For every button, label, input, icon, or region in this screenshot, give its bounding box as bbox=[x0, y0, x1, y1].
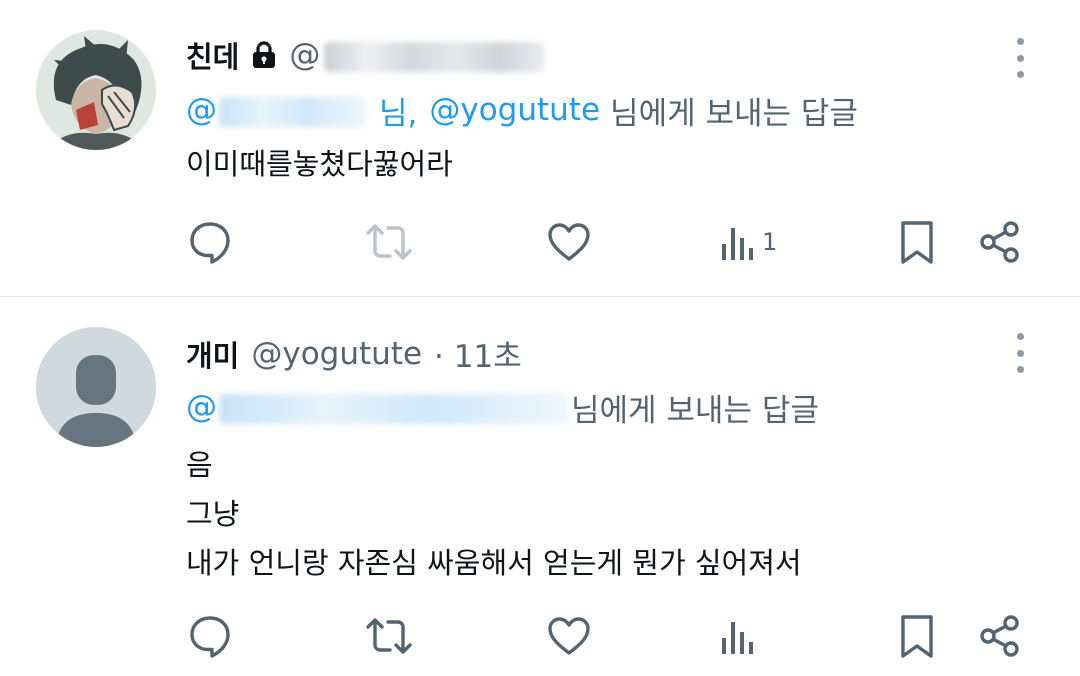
tweet-line: 그냥 bbox=[186, 497, 240, 531]
views-count: 1 bbox=[762, 228, 778, 256]
display-name[interactable]: 개미 bbox=[186, 333, 239, 375]
reply-icon bbox=[190, 616, 230, 658]
reply-middle: 님, bbox=[379, 95, 418, 132]
display-name[interactable]: 친데 bbox=[186, 34, 239, 76]
tweet-header: 개미 @yogutute · 11초 bbox=[186, 331, 522, 376]
bookmark-icon bbox=[901, 615, 933, 658]
action-bar bbox=[0, 608, 1080, 664]
dot bbox=[1016, 349, 1024, 357]
avatar-illustration bbox=[36, 30, 156, 150]
like-icon bbox=[548, 223, 590, 261]
avatar[interactable] bbox=[36, 30, 156, 150]
more-options-button[interactable] bbox=[1008, 333, 1032, 373]
reply-suffix: 님에게 보내는 답글 bbox=[571, 392, 819, 429]
reply-button[interactable] bbox=[186, 608, 234, 664]
reply-mention-redacted[interactable]: @ bbox=[186, 389, 569, 425]
more-options-button[interactable] bbox=[1008, 38, 1032, 78]
share-icon bbox=[980, 615, 1019, 657]
tweet-1[interactable]: 친데 @ @ 님, @yogutute 님에게 보내는 답글 이미때를놓쳤다꿇어… bbox=[0, 0, 1080, 296]
replying-to: @ 님에게 보내는 답글 bbox=[186, 385, 819, 429]
bookmark-button[interactable] bbox=[893, 214, 941, 270]
dot bbox=[1016, 333, 1024, 340]
reply-mention-redacted[interactable]: @ bbox=[186, 92, 367, 128]
share-button[interactable] bbox=[976, 214, 1024, 270]
tweet-line: 음 bbox=[186, 448, 213, 482]
like-icon bbox=[548, 617, 590, 655]
bookmark-button[interactable] bbox=[893, 608, 941, 664]
reply-icon bbox=[190, 222, 230, 264]
like-button[interactable] bbox=[545, 608, 593, 664]
bookmark-icon bbox=[901, 221, 933, 264]
action-bar: 1 bbox=[0, 214, 1080, 270]
views-button[interactable]: 1 bbox=[718, 214, 777, 270]
reply-button[interactable] bbox=[186, 214, 234, 270]
share-button[interactable] bbox=[976, 608, 1024, 664]
mention-at: @ bbox=[186, 389, 217, 425]
dot bbox=[1016, 366, 1024, 373]
lock-icon bbox=[253, 41, 276, 68]
dot bbox=[1016, 54, 1024, 62]
tweet-text: 이미때를놓쳤다꿇어라 bbox=[186, 140, 453, 189]
views-button[interactable] bbox=[718, 608, 762, 664]
handle-prefix: @ bbox=[289, 37, 321, 73]
tweet-line: 이미때를놓쳤다꿇어라 bbox=[186, 147, 453, 181]
share-icon bbox=[980, 221, 1019, 263]
avatar[interactable] bbox=[36, 327, 156, 447]
redacted-mention bbox=[219, 393, 569, 424]
dot bbox=[1016, 38, 1024, 45]
tweet-2[interactable]: 개미 @yogutute · 11초 @ 님에게 보내는 답글 음 그냥 내가 … bbox=[0, 297, 1080, 676]
reply-suffix: 님에게 보내는 답글 bbox=[610, 95, 858, 132]
tweet-header: 친데 @ bbox=[186, 34, 545, 76]
replying-to: @ 님, @yogutute 님에게 보내는 답글 bbox=[186, 88, 858, 132]
mention-at: @ bbox=[186, 92, 217, 128]
retweet-icon bbox=[366, 224, 412, 260]
retweet-button[interactable] bbox=[364, 608, 414, 664]
default-avatar-icon bbox=[36, 327, 156, 447]
tweet-line: 내가 언니랑 자존심 싸움해서 얻는게 뭔가 싶어져서 bbox=[186, 546, 802, 580]
handle[interactable]: @ bbox=[289, 37, 545, 73]
tweet-text: 음 그냥 내가 언니랑 자존심 싸움해서 얻는게 뭔가 싶어져서 bbox=[186, 441, 802, 588]
redacted-handle bbox=[324, 41, 545, 72]
retweet-button[interactable] bbox=[364, 214, 414, 270]
redacted-mention bbox=[219, 96, 367, 127]
handle[interactable]: @yogutute bbox=[251, 336, 422, 372]
views-icon bbox=[722, 622, 753, 654]
views-icon bbox=[722, 228, 753, 260]
timestamp[interactable]: · 11초 bbox=[434, 331, 522, 376]
retweet-icon bbox=[366, 618, 412, 654]
dot bbox=[1016, 71, 1024, 78]
like-button[interactable] bbox=[545, 214, 593, 270]
reply-mention[interactable]: @yogutute bbox=[429, 92, 600, 128]
